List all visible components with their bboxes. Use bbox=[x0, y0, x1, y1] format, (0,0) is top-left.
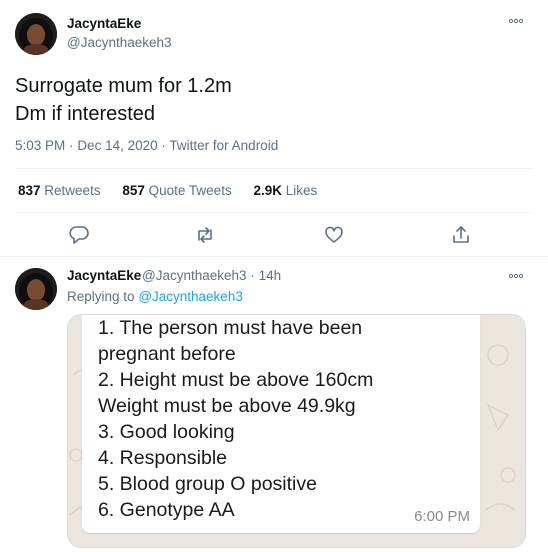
reply-age[interactable]: 14h bbox=[259, 268, 282, 283]
message-line: 6. Genotype AA bbox=[98, 499, 235, 521]
divider bbox=[15, 212, 533, 213]
reply-icon[interactable] bbox=[68, 224, 90, 246]
tweet-time[interactable]: 5:03 PM bbox=[15, 138, 65, 153]
tweet-date[interactable]: Dec 14, 2020 bbox=[77, 138, 157, 153]
meta-separator: · bbox=[69, 138, 74, 153]
tweet-actions bbox=[0, 224, 548, 248]
user-name[interactable]: JacyntaEke bbox=[67, 16, 141, 31]
replying-to-mention[interactable]: @Jacynthaekeh3 bbox=[138, 289, 243, 304]
reply-user-handle[interactable]: @Jacynthaekeh3 bbox=[142, 268, 247, 283]
meta-separator: · bbox=[161, 138, 166, 153]
like-icon[interactable] bbox=[323, 224, 345, 246]
stat-label: Likes bbox=[285, 183, 318, 198]
reply-user-name[interactable]: JacyntaEke bbox=[67, 268, 141, 283]
message-line: 2. Height must be above 160cm bbox=[98, 369, 374, 391]
replying-to: Replying to @Jacynthaekeh3 bbox=[67, 289, 243, 304]
tweet-text-line: Surrogate mum for 1.2m bbox=[15, 75, 232, 97]
meta-separator: · bbox=[250, 268, 255, 283]
more-options-icon[interactable] bbox=[508, 272, 528, 284]
message-line: Weight must be above 49.9kg bbox=[98, 395, 356, 417]
divider bbox=[15, 168, 533, 169]
reply-header-meta: @Jacynthaekeh3 · 14h bbox=[142, 268, 281, 283]
message-time: 6:00 PM bbox=[414, 508, 470, 525]
more-options-icon[interactable] bbox=[508, 17, 528, 29]
main-tweet: JacyntaEke @Jacynthaekeh3 Surrogate mum … bbox=[0, 0, 548, 257]
message-line: pregnant before bbox=[98, 343, 236, 365]
stat-count: 837 bbox=[18, 183, 41, 198]
tweet-source[interactable]: Twitter for Android bbox=[169, 138, 278, 153]
likes-stat[interactable]: 2.9K Likes bbox=[253, 183, 317, 198]
quote-tweets-stat[interactable]: 857 Quote Tweets bbox=[122, 183, 231, 198]
tweet-text-line: Dm if interested bbox=[15, 103, 156, 125]
avatar[interactable] bbox=[15, 268, 57, 310]
attached-image[interactable]: 1. The person must have been pregnant be… bbox=[67, 314, 526, 548]
replying-to-label: Replying to bbox=[67, 289, 135, 304]
stat-label: Retweets bbox=[44, 183, 101, 198]
stat-count: 857 bbox=[122, 183, 145, 198]
tweet-stats: 837 Retweets 857 Quote Tweets 2.9K Likes bbox=[18, 183, 335, 198]
message-line: 3. Good looking bbox=[98, 421, 235, 443]
message-line: 5. Blood group O positive bbox=[98, 473, 317, 495]
message-line: 1. The person must have been bbox=[98, 317, 363, 339]
retweets-stat[interactable]: 837 Retweets bbox=[18, 183, 101, 198]
tweet-meta: 5:03 PM · Dec 14, 2020 · Twitter for And… bbox=[15, 138, 278, 153]
stat-label: Quote Tweets bbox=[148, 183, 232, 198]
stat-count: 2.9K bbox=[253, 183, 282, 198]
retweet-icon[interactable] bbox=[194, 224, 216, 246]
message-line: 4. Responsible bbox=[98, 447, 227, 469]
avatar[interactable] bbox=[15, 13, 57, 55]
user-handle[interactable]: @Jacynthaekeh3 bbox=[67, 35, 172, 50]
tweet-text: Surrogate mum for 1.2m Dm if interested bbox=[15, 72, 232, 128]
chat-message-bubble: 1. The person must have been pregnant be… bbox=[82, 315, 480, 533]
share-icon[interactable] bbox=[450, 224, 472, 246]
